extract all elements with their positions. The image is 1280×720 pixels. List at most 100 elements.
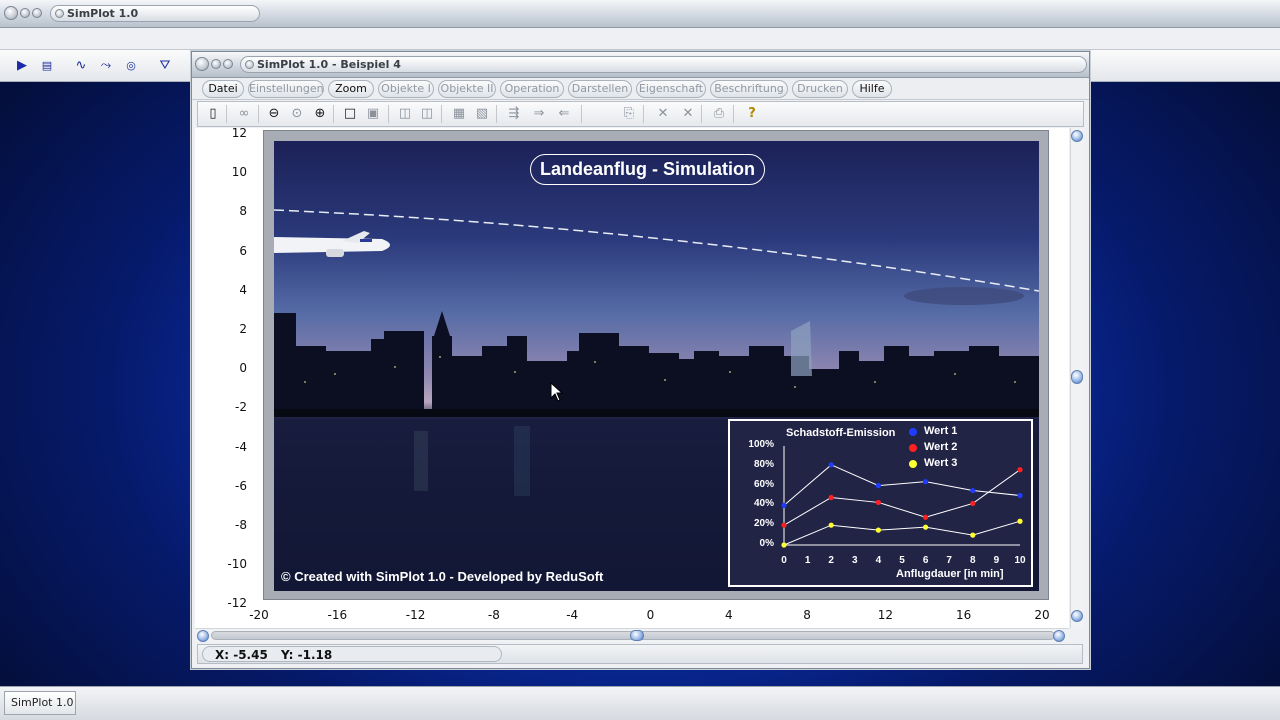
close-window-button[interactable] bbox=[4, 6, 18, 20]
series-line-3 bbox=[783, 520, 1021, 546]
clipboard-icon[interactable]: ⎘ bbox=[620, 106, 638, 122]
series-point-3 bbox=[923, 524, 929, 530]
series-line-1 bbox=[783, 464, 1021, 506]
menu-label: Objekte I bbox=[381, 82, 431, 95]
scroll-down-button[interactable] bbox=[1071, 610, 1083, 622]
toolbar-separator bbox=[388, 105, 389, 123]
horizontal-scroll-track[interactable] bbox=[211, 630, 1055, 641]
line-chart-icon[interactable]: ∿ bbox=[72, 58, 90, 74]
menu-objekte-1[interactable]: Objekte I bbox=[378, 80, 434, 98]
minimize-window-button[interactable] bbox=[20, 8, 30, 18]
menu-darstellen[interactable]: Darstellen bbox=[568, 80, 632, 98]
scroll-up-button[interactable] bbox=[1071, 130, 1083, 142]
y-tick-label: -6 bbox=[235, 478, 247, 493]
menu-operation[interactable]: Operation bbox=[500, 80, 564, 98]
toolbar-separator bbox=[643, 105, 644, 123]
vertical-scrollbar[interactable] bbox=[1070, 128, 1084, 628]
y-tick-label: -4 bbox=[235, 439, 247, 454]
series-point-1 bbox=[1017, 492, 1023, 499]
coordinate-display: X: -5.45 Y: -1.18 bbox=[202, 646, 502, 662]
image-object-frame[interactable]: Landeanflug - Simulation © Created with … bbox=[263, 130, 1049, 600]
document-title: SimPlot 1.0 - Beispiel 4 bbox=[240, 56, 1087, 73]
menu-label: Eigenschaft bbox=[638, 82, 704, 95]
arrow-right-icon[interactable]: ⇒ bbox=[530, 106, 548, 122]
zoom-in-icon[interactable]: ⊕ bbox=[311, 106, 329, 122]
print-icon[interactable]: ⎙ bbox=[710, 106, 728, 122]
y-tick-label: 6 bbox=[239, 243, 247, 258]
airplane-icon bbox=[274, 231, 390, 257]
main-window-title-text: SimPlot 1.0 bbox=[67, 7, 139, 20]
fit-view-icon[interactable]: ▣ bbox=[364, 106, 382, 122]
plot-area[interactable]: 12 10 8 6 4 2 0 -2 -4 -6 -8 -10 -12 -20 -16 -12 -8 -4 0 4 8… bbox=[195, 126, 1069, 628]
series-point-2 bbox=[875, 499, 881, 506]
split-icon[interactable]: ⇶ bbox=[505, 106, 523, 122]
chart-plot bbox=[781, 446, 1023, 548]
document-maximize-button[interactable] bbox=[223, 59, 233, 69]
menu-drucken[interactable]: Drucken bbox=[792, 80, 848, 98]
toolbar-separator bbox=[226, 105, 227, 123]
skyline-buildings bbox=[274, 311, 1039, 416]
city-skyline-image: Landeanflug - Simulation © Created with … bbox=[274, 141, 1039, 591]
y-tick-label: 12 bbox=[231, 126, 247, 140]
table-grid-icon[interactable]: ▦ bbox=[450, 106, 468, 122]
y-tick-label: 10 bbox=[231, 165, 247, 180]
horizontal-scrollbar[interactable] bbox=[195, 628, 1069, 642]
zoom-out-icon[interactable]: ⊖ bbox=[265, 106, 283, 122]
arrow-left-icon[interactable]: ⇐ bbox=[555, 106, 573, 122]
menu-label: Operation bbox=[504, 82, 560, 95]
scroll-right-button[interactable] bbox=[1053, 630, 1065, 642]
series-point-1 bbox=[828, 462, 834, 468]
menu-einstellungen[interactable]: Einstellungen bbox=[248, 80, 324, 98]
y-tick-label: 4 bbox=[239, 282, 247, 297]
y-tick-label: -8 bbox=[235, 518, 247, 532]
paste-object-icon[interactable]: ◫ bbox=[418, 106, 436, 122]
taskbar-item-simplot[interactable]: SimPlot 1.0 bbox=[4, 691, 76, 715]
menu-label: Zoom bbox=[335, 82, 367, 95]
series-point-3 bbox=[1017, 518, 1023, 524]
vertical-scroll-thumb[interactable] bbox=[1071, 370, 1083, 384]
main-title-bar[interactable]: SimPlot 1.0 bbox=[0, 0, 1280, 28]
mouse-cursor-icon bbox=[550, 382, 564, 402]
flight-path bbox=[274, 209, 1039, 292]
glass-tower bbox=[791, 321, 812, 376]
y-tick-label: 2 bbox=[239, 322, 247, 336]
menu-zoom[interactable]: Zoom bbox=[328, 80, 374, 98]
parametric-plot-icon[interactable]: ⤳ bbox=[97, 58, 115, 74]
delete-icon[interactable]: ✕ bbox=[654, 106, 672, 122]
table-icon[interactable]: ▤ bbox=[38, 58, 56, 74]
copyright-text: © Created with SimPlot 1.0 - Developed b… bbox=[281, 569, 604, 584]
shoreline bbox=[274, 409, 1039, 417]
x-tick-label: 16 bbox=[956, 608, 972, 622]
menu-hilfe[interactable]: Hilfe bbox=[852, 80, 892, 98]
y-tick-label: 0 bbox=[239, 361, 247, 376]
document-title-bar[interactable]: SimPlot 1.0 - Beispiel 4 bbox=[192, 52, 1089, 78]
menu-datei[interactable]: Datei bbox=[202, 80, 244, 98]
menu-label: Darstellen bbox=[571, 82, 629, 95]
menu-objekte-2[interactable]: Objekte II bbox=[438, 80, 496, 98]
document-minimize-button[interactable] bbox=[211, 59, 221, 69]
main-menu-area bbox=[0, 28, 1280, 50]
toolbar-separator bbox=[581, 105, 582, 123]
image-icon[interactable]: ▧ bbox=[473, 106, 491, 122]
y-tick-label: -10 bbox=[227, 557, 247, 572]
device-icon[interactable]: ▯ bbox=[204, 106, 222, 122]
menu-eigenschaft[interactable]: Eigenschaft bbox=[636, 80, 706, 98]
polar-plot-icon[interactable]: ◎ bbox=[122, 58, 140, 74]
delete-all-icon[interactable]: ✕ bbox=[679, 106, 697, 122]
x-tick-label: 0 bbox=[646, 608, 655, 622]
rectangle-select-icon[interactable]: □ bbox=[341, 106, 359, 122]
help-icon[interactable]: ? bbox=[743, 106, 761, 122]
glasses-icon[interactable]: ∞ bbox=[235, 106, 253, 122]
maximize-window-button[interactable] bbox=[32, 8, 42, 18]
document-window-controls bbox=[195, 57, 233, 71]
filter-icon[interactable]: ⛛ bbox=[156, 58, 174, 74]
horizontal-scroll-thumb[interactable] bbox=[630, 630, 644, 641]
copy-object-icon[interactable]: ◫ bbox=[396, 106, 414, 122]
scroll-left-button[interactable] bbox=[197, 630, 209, 642]
play-icon[interactable]: ▶ bbox=[13, 58, 31, 74]
zoom-reset-icon[interactable]: ⊙ bbox=[288, 106, 306, 122]
document-close-button[interactable] bbox=[195, 57, 209, 71]
toolbar-separator bbox=[733, 105, 734, 123]
document-window: SimPlot 1.0 - Beispiel 4 Datei Einstellu… bbox=[191, 51, 1090, 669]
menu-beschriftung[interactable]: Beschriftung bbox=[710, 80, 788, 98]
